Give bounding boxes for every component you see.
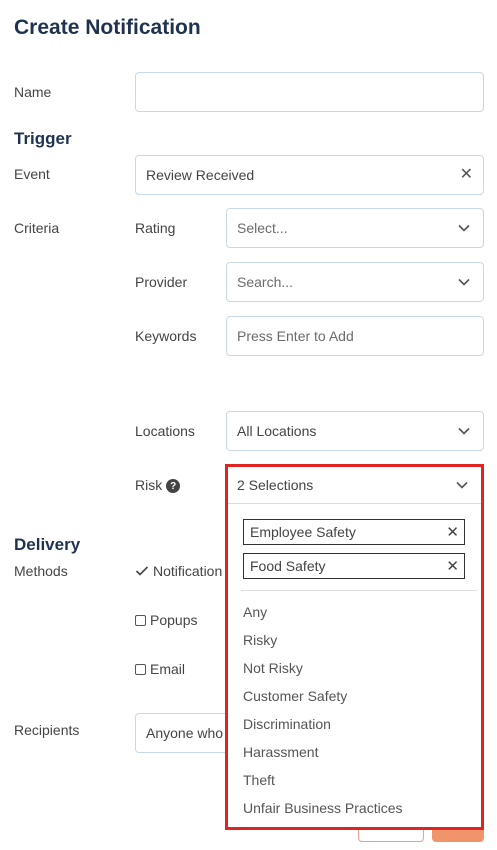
method-email[interactable]: Email [135,661,185,677]
dropdown-option[interactable]: Unfair Business Practices [243,800,403,816]
help-icon[interactable]: ? [166,479,181,494]
selected-chip[interactable]: Employee Safety ✕ [243,519,465,545]
chevron-down-icon [458,224,470,232]
dropdown-option[interactable]: Discrimination [243,716,331,732]
provider-select[interactable]: Search... [226,262,484,302]
rating-select[interactable]: Select... [226,208,484,248]
keywords-input[interactable]: Press Enter to Add [226,316,484,356]
selected-chip[interactable]: Food Safety ✕ [243,553,465,579]
chevron-down-icon [458,278,470,286]
trigger-heading: Trigger [14,129,72,148]
page-title: Create Notification [14,16,201,39]
provider-label: Provider [135,274,188,290]
criteria-label: Criteria [14,220,60,236]
locations-label: Locations [135,423,195,439]
dropdown-option[interactable]: Not Risky [243,660,303,676]
recipients-label: Recipients [14,722,80,738]
method-popups[interactable]: Popups [135,612,197,628]
event-select[interactable]: Review Received ✕ [135,155,484,195]
delivery-heading: Delivery [14,535,81,554]
dropdown-option[interactable]: Theft [243,772,275,788]
risk-select[interactable]: 2 Selections [228,467,481,504]
remove-icon[interactable]: ✕ [446,523,459,541]
methods-label: Methods [14,563,68,579]
risk-dropdown[interactable]: 2 Selections Employee Safety ✕ Food Safe… [228,467,481,827]
name-input[interactable] [135,72,484,112]
risk-label: Risk? [135,477,181,494]
dropdown-option[interactable]: Any [243,604,267,620]
remove-icon[interactable]: ✕ [446,557,459,575]
chevron-down-icon [456,481,468,489]
keywords-label: Keywords [135,328,197,344]
event-label: Event [14,166,50,182]
rating-label: Rating [135,220,176,236]
dropdown-option[interactable]: Risky [243,632,277,648]
locations-select[interactable]: All Locations [226,411,484,451]
name-label: Name [14,84,52,100]
checkbox[interactable] [135,663,146,675]
clear-icon[interactable]: ✕ [460,167,473,183]
method-notification[interactable]: Notification [135,563,222,579]
dropdown-option[interactable]: Harassment [243,744,318,760]
checkmark-icon [135,566,149,576]
dropdown-option[interactable]: Customer Safety [243,688,347,704]
divider [241,590,477,591]
chevron-down-icon [458,427,470,435]
checkbox[interactable] [135,614,146,626]
